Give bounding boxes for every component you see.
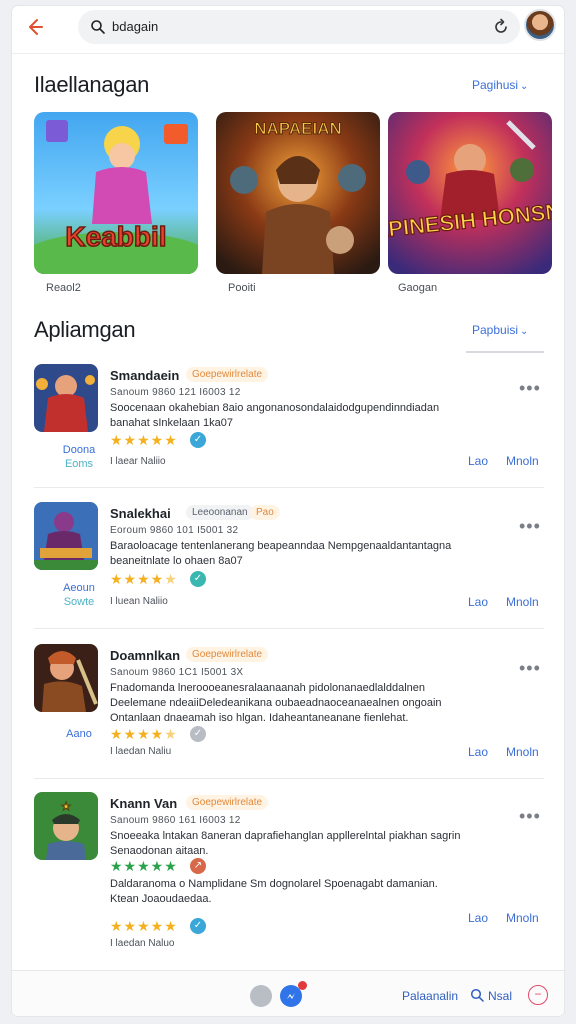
app-action-2-a[interactable]: Lao [468, 595, 488, 609]
minus-circle-icon[interactable]: − [528, 985, 548, 1005]
featured-tile-1[interactable]: Keabbil [34, 112, 198, 274]
trending-icon: ↗ [190, 858, 206, 874]
app-desc-3-line-1: Fnadomanda lneroooeanesralaanaanah pidol… [110, 682, 425, 694]
search-icon [91, 20, 105, 34]
app-badge-2b: Pao [250, 505, 280, 520]
app-desc-1: Soocenaan okahebian 8aio angonanosondala… [110, 401, 470, 431]
bottom-bar: Palaanalin Nsal − [12, 970, 564, 1016]
bottom-link-2[interactable]: Nsal [488, 989, 512, 1003]
top-bar: bdagain [12, 6, 564, 54]
app-desc-4: Snoeeaka lntakan 8aneran daprafiehanglan… [110, 829, 510, 859]
featured-label-3: Gaogan [398, 282, 438, 294]
app-thumb-2[interactable] [34, 502, 98, 570]
app-badge-4: Goepewirlrelate [186, 795, 269, 810]
app-action-2-b[interactable]: Mnoln [506, 595, 539, 609]
more-icon[interactable]: ••• [519, 658, 541, 679]
search-bar[interactable]: bdagain [78, 10, 520, 44]
app-sub-2: I luean Naliio [110, 596, 168, 607]
app-name-4[interactable]: Knann Van [110, 796, 177, 811]
row-divider [34, 778, 544, 779]
circle-icon[interactable] [250, 985, 272, 1007]
app-action-4-b[interactable]: Mnoln [506, 911, 539, 925]
app-desc-4-line-1: Snoeeaka lntakan 8aneran daprafiehanglan… [110, 830, 461, 842]
user-avatar[interactable] [524, 9, 556, 41]
app-thumb-1[interactable] [34, 364, 98, 432]
row-divider [34, 628, 544, 629]
app-desc-2-line-1: Baraoloacage tentenlanerang beapeanndaa … [110, 540, 452, 552]
featured-tile-2[interactable]: NAPAEIAN [216, 112, 380, 274]
app-thumb-3[interactable] [34, 644, 98, 712]
app-action-1-b[interactable]: Mnoln [506, 454, 539, 468]
row-divider [34, 487, 544, 488]
search-input[interactable]: bdagain [112, 19, 158, 34]
app-desc-3-line-2: Deelemane ndeaiiDeledeanikana oubaeadnao… [110, 697, 442, 709]
app-action-3-b[interactable]: Mnoln [506, 745, 539, 759]
verified-icon: ✓ [190, 432, 206, 448]
chevron-down-icon: ⌄ [520, 326, 529, 337]
app-desc-2: Baraoloacage tentenlanerang beapeanndaa … [110, 539, 500, 569]
app-badge-1: Goepewirlrelate [186, 367, 269, 382]
svg-text:★: ★ [61, 801, 71, 813]
app-name-3[interactable]: Doamnlkan [110, 648, 180, 663]
rating-stars-3: ★★★★★ [110, 726, 178, 742]
arrow-left-icon[interactable] [22, 14, 48, 40]
rating-stars-4b: ★★★★★ [110, 918, 178, 934]
apps-see-all-label: Papbuisi [472, 323, 519, 337]
more-icon[interactable]: ••• [519, 378, 541, 399]
search-icon[interactable] [470, 988, 484, 1002]
more-icon[interactable]: ••• [519, 806, 541, 827]
featured-tile-1-art-text: Keabbil [65, 221, 166, 252]
chevron-down-icon: ⌄ [520, 81, 529, 92]
featured-tile-2-art-text: NAPAEIAN [254, 119, 342, 138]
app-desc-3: Fnadomanda lneroooeanesralaanaanah pidol… [110, 681, 510, 726]
app-meta-2: Eoroum 9860 101 I5001 32 [110, 525, 239, 536]
verified-icon: ✓ [190, 571, 206, 587]
featured-see-all-label: Pagihusi [472, 78, 519, 92]
app-sub-3: I laedan Naliu [110, 746, 172, 757]
app-desc-4-line-2: Senaodonan aitaan. [110, 845, 209, 857]
rating-stars-4: ★★★★★ [110, 858, 178, 874]
app-extra-4-line-2: Ktean Joaoudaedaa. [110, 893, 212, 905]
app-extra-4-line-1: Daldaranoma o Namplidane Sm dognolarel S… [110, 878, 438, 890]
apps-title: Apliamgan [34, 317, 136, 342]
section-divider [466, 351, 544, 353]
app-meta-3: Sanoum 9860 1C1 I5001 3X [110, 667, 244, 678]
app-name-1[interactable]: Smandaein [110, 368, 179, 383]
app-meta-1: Sanoum 9860 121 I6003 12 [110, 387, 241, 398]
app-badge-3: Goepewirlrelate [186, 647, 269, 662]
app-meta-4: Sanoum 9860 161 I6003 12 [110, 815, 241, 826]
app-action-1-a[interactable]: Lao [468, 454, 488, 468]
rating-stars-2: ★★★★★ [110, 571, 178, 587]
featured-label-1: Reaol2 [46, 282, 81, 294]
app-action-3-a[interactable]: Lao [468, 745, 488, 759]
apps-see-all[interactable]: Papbuisi ⌄ [472, 323, 528, 337]
more-icon[interactable]: ••• [519, 516, 541, 537]
app-desc-1-line-1: Soocenaan okahebian 8aio angonanosondala… [110, 402, 440, 414]
app-desc-3-line-3: Ontanlaan dnaeamah iso hlgan. Idaheantan… [110, 712, 409, 724]
app-desc-2-line-2: beaneitnlate lo ohaen 8a07 [110, 555, 243, 567]
app-sub-4: I laedan Naluo [110, 938, 175, 949]
featured-title: Ilaellanagan [34, 72, 150, 97]
app-thumb-4[interactable]: ★ [34, 792, 98, 860]
featured-tile-3[interactable]: HAPINESIH HONSNIS [388, 112, 552, 274]
notification-dot [298, 981, 307, 990]
featured-label-2: Pooiti [228, 282, 256, 294]
app-badge-2: Leeoonanan [186, 505, 254, 520]
app-extra-4: Daldaranoma o Namplidane Sm dognolarel S… [110, 877, 510, 907]
bottom-link-1[interactable]: Palaanalin [402, 989, 458, 1003]
app-action-4-a[interactable]: Lao [468, 911, 488, 925]
rating-stars-1: ★★★★★ [110, 432, 178, 448]
app-page: bdagain Ilaellanagan Pagihusi ⌄ Keabbil N… [12, 6, 564, 1016]
featured-see-all[interactable]: Pagihusi ⌄ [472, 78, 528, 92]
app-name-2[interactable]: Snalekhai [110, 506, 171, 521]
refresh-icon[interactable] [492, 18, 510, 36]
verified-icon: ✓ [190, 726, 206, 742]
app-desc-1-line-2: banahat sInkelaan 1ka07 [110, 417, 233, 429]
verified-icon: ✓ [190, 918, 206, 934]
app-sub-1: I laear Naliio [110, 456, 166, 467]
